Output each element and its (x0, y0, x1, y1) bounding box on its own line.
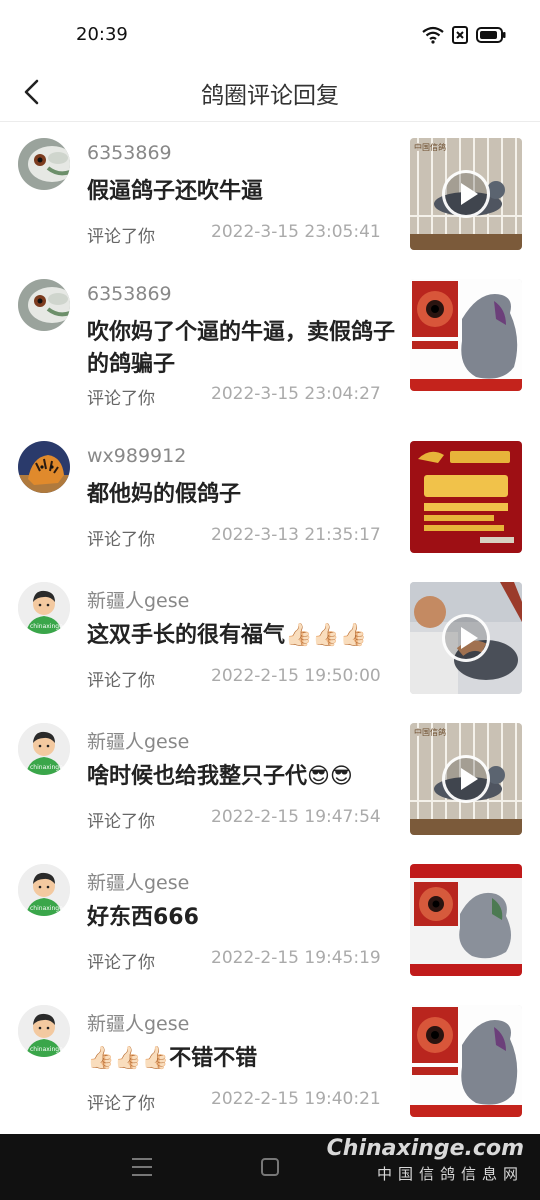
tiger-avatar-image (18, 441, 70, 493)
username[interactable]: 6353869 (87, 142, 172, 164)
username[interactable]: 新疆人gese (87, 1009, 189, 1036)
comment-meta: 评论了你 2022-3-13 21:35:17 (87, 525, 381, 550)
svg-text:中国信鸽: 中国信鸽 (414, 727, 446, 737)
comment-action: 评论了你 (87, 227, 155, 247)
username[interactable]: 新疆人gese (87, 868, 189, 895)
image-thumbnail[interactable] (410, 279, 522, 391)
comment-text: 啥时候也给我整只子代😎😎 (87, 764, 353, 789)
comment-item[interactable]: chinaxinge 新疆人gese 啥时候也给我整只子代😎😎 评论了你 202… (0, 709, 540, 850)
pigeon-avatar-image (18, 138, 70, 190)
svg-text:chinaxinge: chinaxinge (30, 623, 63, 630)
comment-text: 这双手长的很有福气👍🏻👍🏻👍🏻 (87, 623, 368, 648)
pigeon-poster-image (410, 1005, 522, 1117)
avatar[interactable] (18, 138, 70, 190)
avatar[interactable]: chinaxinge (18, 1005, 70, 1057)
comment-text: 吹你妈了个逼的牛逼，卖假鸽子的鸽骗子 (87, 320, 396, 377)
comment-item[interactable]: chinaxinge 新疆人gese 好东西666 评论了你 2022-2-15… (0, 850, 540, 991)
comment-item[interactable]: 6353869 吹你妈了个逼的牛逼，卖假鸽子的鸽骗子 评论了你 2022-3-1… (0, 265, 540, 427)
avatar[interactable]: chinaxinge (18, 582, 70, 634)
comment-action: 评论了你 (87, 812, 155, 832)
comment-action: 评论了你 (87, 530, 155, 550)
comment-text: 都他妈的假鸽子 (87, 482, 242, 507)
video-thumbnail[interactable] (410, 582, 522, 694)
cartoon-man-avatar-image: chinaxinge (18, 723, 70, 775)
app-header: 鸽圈评论回复 (0, 62, 540, 122)
home-square-icon (261, 1158, 279, 1176)
comment-text: 👍🏻👍🏻👍🏻不错不错 (87, 1046, 258, 1071)
watermark-sub: 中国信鸽信息网 (376, 1165, 524, 1183)
menu-icon (132, 1158, 152, 1176)
play-icon[interactable] (442, 755, 490, 803)
image-thumbnail[interactable] (410, 864, 522, 976)
username[interactable]: 6353869 (87, 283, 172, 305)
video-thumbnail[interactable]: 中国信鸽 (410, 138, 522, 250)
comment-item[interactable]: chinaxinge 新疆人gese 这双手长的很有福气👍🏻👍🏻👍🏻 评论了你 … (0, 568, 540, 709)
play-icon[interactable] (442, 614, 490, 662)
comment-action: 评论了你 (87, 953, 155, 973)
comment-meta: 评论了你 2022-2-15 19:45:19 (87, 948, 381, 973)
comment-text: 好东西666 (87, 905, 199, 930)
status-icons (422, 26, 506, 48)
avatar[interactable]: chinaxinge (18, 864, 70, 916)
cartoon-man-avatar-image: chinaxinge (18, 582, 70, 634)
svg-text:chinaxinge: chinaxinge (30, 905, 63, 912)
comment-meta: 评论了你 2022-3-15 23:04:27 (87, 384, 381, 409)
avatar[interactable] (18, 441, 70, 493)
comment-time: 2022-2-15 19:47:54 (211, 807, 381, 827)
battery-icon (476, 27, 506, 47)
comment-item[interactable]: 6353869 假逼鸽子还吹牛逼 评论了你 2022-3-15 23:05:41… (0, 124, 540, 265)
comment-time: 2022-2-15 19:50:00 (211, 666, 381, 686)
comment-action: 评论了你 (87, 1094, 155, 1114)
comment-list: 6353869 假逼鸽子还吹牛逼 评论了你 2022-3-15 23:05:41… (0, 124, 540, 1132)
pigeon-avatar-image (18, 279, 70, 331)
video-thumbnail[interactable]: 中国信鸽 (410, 723, 522, 835)
watermark: Chinaxinge.com 中国信鸽信息网 (327, 1136, 524, 1184)
comment-action: 评论了你 (87, 389, 155, 409)
comment-time: 2022-2-15 19:45:19 (211, 948, 381, 968)
wifi-icon (422, 26, 444, 48)
comment-meta: 评论了你 2022-3-15 23:05:41 (87, 222, 381, 247)
svg-text:中国信鸽: 中国信鸽 (414, 142, 446, 152)
watermark-main: Chinaxinge.com (326, 1136, 524, 1161)
cartoon-man-avatar-image: chinaxinge (18, 1005, 70, 1057)
svg-text:chinaxinge: chinaxinge (30, 764, 63, 771)
status-bar: 20:39 (0, 0, 540, 70)
status-time: 20:39 (76, 24, 128, 45)
comment-text: 假逼鸽子还吹牛逼 (87, 179, 264, 204)
sim-off-icon (452, 26, 468, 48)
comment-time: 2022-3-15 23:04:27 (211, 384, 381, 404)
comment-time: 2022-3-13 21:35:17 (211, 525, 381, 545)
comment-time: 2022-3-15 23:05:41 (211, 222, 381, 242)
comment-action: 评论了你 (87, 671, 155, 691)
username[interactable]: 新疆人gese (87, 727, 189, 754)
comment-meta: 评论了你 2022-2-15 19:50:00 (87, 666, 381, 691)
comment-item[interactable]: chinaxinge 新疆人gese 👍🏻👍🏻👍🏻不错不错 评论了你 2022-… (0, 991, 540, 1132)
play-icon[interactable] (442, 170, 490, 218)
menu-button[interactable] (128, 1154, 156, 1180)
page-title: 鸽圈评论回复 (201, 83, 339, 109)
svg-text:chinaxinge: chinaxinge (30, 1046, 63, 1053)
comment-time: 2022-2-15 19:40:21 (211, 1089, 381, 1109)
username[interactable]: 新疆人gese (87, 586, 189, 613)
comment-meta: 评论了你 2022-2-15 19:40:21 (87, 1089, 381, 1114)
image-thumbnail[interactable] (410, 441, 522, 553)
pigeon-poster-image (410, 279, 522, 391)
comment-item[interactable]: wx989912 都他妈的假鸽子 评论了你 2022-3-13 21:35:17 (0, 427, 540, 568)
username[interactable]: wx989912 (87, 445, 186, 467)
image-thumbnail[interactable] (410, 1005, 522, 1117)
cartoon-man-avatar-image: chinaxinge (18, 864, 70, 916)
comment-meta: 评论了你 2022-2-15 19:47:54 (87, 807, 381, 832)
loft-banner-image (410, 441, 522, 553)
pigeon-poster-red-image (410, 864, 522, 976)
avatar[interactable] (18, 279, 70, 331)
home-button[interactable] (256, 1154, 284, 1180)
avatar[interactable]: chinaxinge (18, 723, 70, 775)
